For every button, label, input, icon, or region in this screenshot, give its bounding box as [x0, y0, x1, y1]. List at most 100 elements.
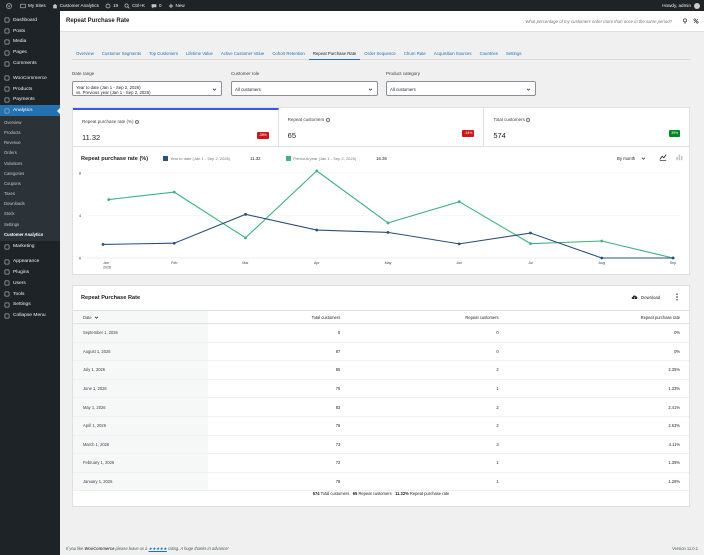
tab-top-customers[interactable]: Top Customers: [145, 48, 182, 60]
x-tick-label: Sep: [670, 261, 676, 265]
footer-repeat-customers: 65: [352, 491, 358, 496]
more-vertical-icon[interactable]: [675, 293, 679, 301]
submenu-item-coupons[interactable]: Coupons: [0, 178, 60, 188]
percent-icon[interactable]: [693, 18, 699, 24]
summary-card[interactable]: Repeat customers 65 -34%: [279, 108, 485, 146]
sidebar-item-analytics[interactable]: Analytics: [0, 105, 60, 117]
sidebar-item-settings[interactable]: Settings: [0, 299, 60, 310]
sidebar-item-pages[interactable]: Pages: [0, 47, 60, 58]
data-point[interactable]: [172, 241, 176, 245]
submenu-item-stock[interactable]: Stock: [0, 209, 60, 219]
delta-badge: 39%: [669, 130, 681, 137]
product-category-select[interactable]: All customers: [386, 81, 536, 96]
sidebar-item-appearance[interactable]: Appearance: [0, 256, 60, 267]
sidebar-item-posts[interactable]: Posts: [0, 26, 60, 37]
data-point[interactable]: [315, 169, 319, 173]
data-point[interactable]: [244, 212, 247, 216]
submenu-item-variations[interactable]: Variations: [0, 158, 60, 168]
rating-stars-link[interactable]: ★★★★★: [149, 546, 167, 551]
interval-label: By month: [617, 155, 636, 161]
tab-active-customer-value[interactable]: Active Customer Value: [217, 48, 268, 60]
comments-menu[interactable]: 0: [151, 3, 162, 9]
submenu-item-categories[interactable]: Categories: [0, 168, 60, 178]
data-point[interactable]: [600, 256, 604, 260]
date-range-label: Date range: [72, 71, 95, 76]
legend-current[interactable]: Year to date (Jan 1 - Sep 2, 2026) 11.32: [163, 156, 261, 161]
date-range-primary: Year to date (Jan 1 - Sep 2, 2026): [76, 84, 141, 90]
sidebar-item-plugins[interactable]: Plugins: [0, 267, 60, 278]
search-shortcut: Ctrl+K: [132, 3, 145, 8]
tab-overview[interactable]: Overview: [72, 48, 98, 60]
summary-card[interactable]: Repeat purchase rate (%) 11.32 -38%: [73, 108, 279, 146]
submenu-item-settings[interactable]: Settings: [0, 219, 60, 229]
interval-select[interactable]: By month: [617, 156, 646, 161]
sidebar-item-users[interactable]: Users: [0, 278, 60, 289]
data-point[interactable]: [107, 198, 111, 201]
sidebar-item-media[interactable]: Media: [0, 37, 60, 48]
wordpress-logo[interactable]: W: [6, 2, 14, 9]
submenu-item-overview[interactable]: Overview: [0, 117, 60, 127]
date-range-select[interactable]: Year to date (Jan 1 - Sep 2, 2026) vs. P…: [72, 81, 222, 96]
search-menu[interactable]: Ctrl+K: [124, 2, 145, 9]
data-point[interactable]: [244, 236, 247, 240]
data-point[interactable]: [172, 190, 176, 194]
tab-settings[interactable]: Settings: [502, 48, 526, 60]
data-point[interactable]: [386, 230, 390, 234]
data-point[interactable]: [315, 228, 319, 232]
tab-repeat-purchase-rate[interactable]: Repeat Purchase Rate: [308, 48, 361, 60]
sidebar-item-label: Tools: [13, 291, 25, 297]
tab-countries[interactable]: Countries: [476, 48, 502, 60]
summary-card[interactable]: Total customers 574 39%: [484, 108, 689, 146]
submenu-item-orders[interactable]: Orders: [0, 148, 60, 158]
submenu-item-revenue[interactable]: Revenue: [0, 138, 60, 148]
column-header[interactable]: Date: [73, 310, 208, 324]
tab-cohort-retention[interactable]: Cohort Retention: [268, 48, 309, 60]
tab-lifetime-value[interactable]: Lifetime Value: [182, 48, 217, 60]
sidebar-item-marketing[interactable]: Marketing: [0, 241, 60, 252]
data-point[interactable]: [386, 221, 390, 225]
submenu-item-customer-analytics[interactable]: Customer Analytics: [0, 229, 60, 239]
pin-icon: [4, 28, 10, 34]
y-tick-label: 4: [79, 214, 81, 218]
line-chart-toggle-icon[interactable]: [659, 153, 667, 161]
table-cell: 78: [208, 472, 350, 492]
tab-order-sequence[interactable]: Order Sequence: [360, 48, 400, 60]
data-point[interactable]: [457, 200, 461, 204]
sidebar-item-woocommerce[interactable]: WooCommerce: [0, 73, 60, 84]
data-point[interactable]: [671, 256, 675, 260]
data-point[interactable]: [529, 231, 532, 235]
submenu-item-downloads[interactable]: Downloads: [0, 199, 60, 209]
account-menu[interactable]: Howdy, admin: [662, 2, 700, 9]
tab-churn-rate[interactable]: Churn Rate: [400, 48, 430, 60]
sidebar-item-payments[interactable]: Payments: [0, 95, 60, 106]
sidebar-item-label: Appearance: [13, 259, 40, 265]
sidebar-item-products[interactable]: Products: [0, 84, 60, 95]
tab-acquisition-sources[interactable]: Acquisition Sources: [430, 48, 476, 60]
sidebar-item-collapse-menu[interactable]: Collapse Menu: [0, 310, 60, 321]
data-point[interactable]: [529, 242, 532, 246]
info-icon: [526, 117, 531, 122]
analytics-submenu: Overview Products Revenue Orders Variations C…: [0, 116, 60, 242]
sidebar-item-comments[interactable]: Comments: [0, 58, 60, 69]
site-name-menu[interactable]: Customer Analytics: [52, 3, 99, 9]
download-button[interactable]: Download: [631, 294, 660, 300]
sidebar-item-dashboard[interactable]: Dashboard: [0, 15, 60, 26]
table-cell: 1: [349, 472, 508, 492]
submenu-item-taxes[interactable]: Taxes: [0, 188, 60, 198]
my-sites-menu[interactable]: My Sites: [20, 3, 46, 9]
submenu-item-products[interactable]: Products: [0, 127, 60, 137]
table-cell: 85: [208, 360, 350, 380]
sidebar-item-tools[interactable]: Tools: [0, 289, 60, 300]
data-point[interactable]: [600, 239, 604, 243]
data-point[interactable]: [101, 243, 105, 246]
new-content-menu[interactable]: New: [168, 3, 185, 9]
bar-chart-toggle-icon[interactable]: [675, 153, 683, 161]
table-cell: 75: [208, 379, 350, 399]
updates-menu[interactable]: 19: [105, 3, 118, 9]
legend-previous[interactable]: Previous year (Jan 1 - Sep 2, 2025) 16.3…: [286, 156, 387, 161]
data-point[interactable]: [457, 242, 461, 246]
customer-role-select[interactable]: All customers: [231, 81, 378, 96]
brush-icon: [4, 259, 10, 265]
bulb-icon[interactable]: [682, 18, 688, 24]
tab-customer-segments[interactable]: Customer Segments: [98, 48, 145, 60]
